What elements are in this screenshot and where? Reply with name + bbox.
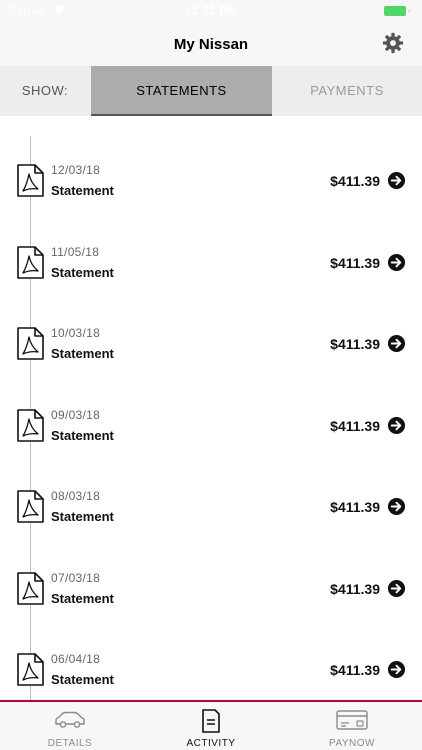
arrow-right-circle-icon[interactable] — [387, 660, 406, 679]
statement-amount: $411.39 — [330, 662, 380, 678]
arrow-right-circle-icon[interactable] — [387, 171, 406, 190]
page-title: My Nissan — [173, 36, 249, 53]
statement-amount: $411.39 — [330, 499, 380, 515]
nav-bar: My Nissan — [0, 22, 422, 66]
tab-paynow[interactable]: PAYNOW — [282, 702, 422, 750]
arrow-right-circle-icon[interactable] — [387, 497, 406, 516]
statement-date: 09/03/18 — [51, 407, 101, 422]
statement-title: Statement — [51, 590, 114, 606]
pdf-file-icon — [17, 653, 44, 686]
statement-row[interactable]: 11/05/18 Statement $411.39 — [0, 218, 422, 300]
tab-activity[interactable]: ACTIVITY — [141, 702, 281, 750]
statement-list: 12/03/18 Statement $411.39 11/05/18 Stat… — [0, 116, 422, 700]
tab-paynow-label: PAYNOW — [329, 738, 375, 749]
bottom-tab-bar: DETAILS ACTIVITY PAYNOW — [0, 700, 422, 750]
statement-amount: $411.39 — [330, 173, 380, 189]
statement-title: Statement — [51, 346, 114, 361]
statement-row[interactable]: 07/03/18 Statement $411.39 — [0, 544, 422, 626]
battery-icon — [384, 6, 412, 16]
pdf-file-icon — [17, 408, 44, 442]
statement-title: Statement — [51, 183, 114, 198]
arrow-right-circle-icon[interactable] — [387, 253, 406, 272]
pdf-file-icon — [17, 327, 44, 360]
statement-row[interactable]: 12/03/18 Statement $411.39 — [0, 136, 422, 218]
statement-date: 12/03/18 — [51, 163, 101, 177]
statement-amount: $411.39 — [330, 417, 380, 434]
pdf-file-icon — [17, 245, 44, 279]
status-bar: Carrier 12:22 PM — [0, 0, 422, 22]
pdf-file-icon — [17, 164, 44, 197]
arrow-right-circle-icon[interactable] — [387, 416, 406, 435]
tab-details-label: DETAILS — [47, 738, 93, 749]
arrow-right-circle-icon[interactable] — [387, 579, 406, 598]
pdf-file-icon — [17, 571, 44, 605]
statement-title: Statement — [51, 427, 114, 443]
credit-card-icon — [336, 710, 368, 730]
status-time: 12:22 PM — [184, 4, 238, 18]
statement-amount: $411.39 — [330, 254, 380, 271]
document-icon — [202, 709, 220, 733]
statement-row[interactable]: 06/04/18 Statement $411.39 — [0, 625, 422, 700]
statement-date: 07/03/18 — [51, 570, 101, 585]
show-label: SHOW: — [21, 83, 69, 98]
statement-amount: $411.39 — [330, 336, 380, 352]
statement-row[interactable]: 08/03/18 Statement $411.39 — [0, 462, 422, 544]
statement-date: 08/03/18 — [51, 489, 101, 503]
tab-details[interactable]: DETAILS — [0, 702, 140, 750]
statement-date: 06/04/18 — [51, 652, 101, 666]
pdf-file-icon — [17, 490, 44, 523]
statement-row[interactable]: 10/03/18 Statement $411.39 — [0, 299, 422, 381]
tab-statements[interactable]: STATEMENTS — [91, 66, 272, 116]
statement-title: Statement — [51, 264, 114, 280]
tab-payments[interactable]: PAYMENTS — [272, 66, 422, 116]
statement-title: Statement — [51, 672, 114, 687]
statement-title: Statement — [51, 509, 114, 524]
tab-activity-label: ACTIVITY — [186, 738, 236, 749]
statement-amount: $411.39 — [330, 580, 380, 597]
statement-row[interactable]: 09/03/18 Statement $411.39 — [0, 381, 422, 463]
statement-date: 11/05/18 — [51, 244, 100, 259]
statement-date: 10/03/18 — [51, 326, 101, 340]
filter-bar: SHOW: STATEMENTS PAYMENTS — [0, 66, 422, 116]
gear-icon[interactable] — [382, 32, 404, 54]
arrow-right-circle-icon[interactable] — [387, 334, 406, 353]
car-icon — [55, 711, 85, 728]
